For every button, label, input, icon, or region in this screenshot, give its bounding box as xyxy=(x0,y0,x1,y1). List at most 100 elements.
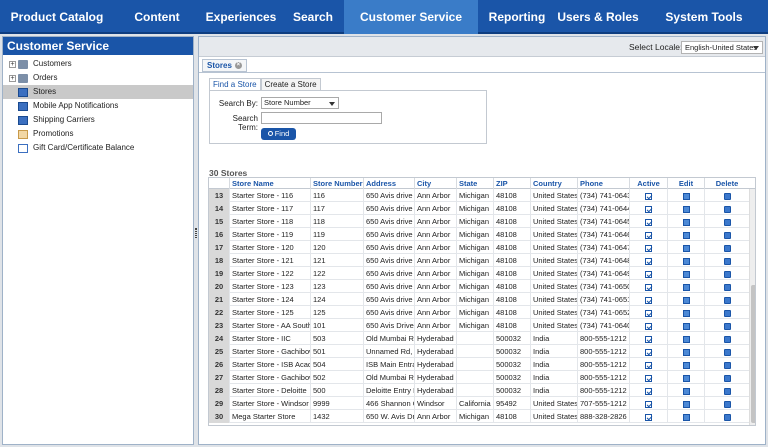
search-by-select[interactable]: Store Number xyxy=(261,97,339,109)
active-checkbox[interactable] xyxy=(645,361,652,369)
delete-icon[interactable] xyxy=(723,244,731,252)
delete-icon[interactable] xyxy=(723,205,731,213)
table-row[interactable]: 24Starter Store - IIC503Old Mumbai Rd,Hy… xyxy=(209,332,755,345)
close-icon[interactable]: × xyxy=(234,62,242,69)
delete-icon[interactable] xyxy=(723,387,731,395)
active-checkbox[interactable] xyxy=(645,348,652,356)
active-checkbox[interactable] xyxy=(645,205,652,213)
active-checkbox[interactable] xyxy=(645,296,652,304)
table-row[interactable]: 14 Starter Store - 117 117 650 Avis drive An… xyxy=(209,202,755,215)
edit-icon[interactable] xyxy=(682,231,690,239)
sidebar-item-orders[interactable]: + Orders xyxy=(3,71,193,85)
active-checkbox[interactable] xyxy=(645,322,652,330)
edit-icon[interactable] xyxy=(682,309,690,317)
edit-icon[interactable] xyxy=(682,218,690,226)
nav-item-system-tools[interactable]: System Tools xyxy=(640,0,768,34)
nav-item-reporting[interactable]: Reporting xyxy=(478,0,556,34)
active-checkbox[interactable] xyxy=(645,192,652,200)
column-header-delete[interactable]: Delete xyxy=(704,178,749,189)
edit-icon[interactable] xyxy=(682,257,690,265)
column-header-store-number[interactable]: Store Number xyxy=(310,178,363,189)
nav-item-customer-service[interactable]: Customer Service xyxy=(344,0,478,34)
active-checkbox[interactable] xyxy=(645,374,652,382)
active-checkbox[interactable] xyxy=(645,309,652,317)
active-checkbox[interactable] xyxy=(645,270,652,278)
column-header-country[interactable]: Country xyxy=(530,178,577,189)
edit-icon[interactable] xyxy=(682,244,690,252)
find-button[interactable]: Find xyxy=(261,128,296,140)
nav-item-users-roles[interactable]: Users & Roles xyxy=(556,0,640,34)
active-checkbox[interactable] xyxy=(645,387,652,395)
edit-icon[interactable] xyxy=(682,322,690,330)
table-row[interactable]: 28 Starter Store - Deloitte 500 Deloitte En… xyxy=(209,384,755,397)
edit-icon[interactable] xyxy=(682,296,690,304)
active-checkbox[interactable] xyxy=(645,257,652,265)
sidebar-item-customers[interactable]: + Customers xyxy=(3,57,193,71)
table-row[interactable]: 15 Starter Store - 118 118 650 Avis drive An… xyxy=(209,215,755,228)
edit-icon[interactable] xyxy=(682,205,690,213)
active-checkbox[interactable] xyxy=(645,400,652,408)
edit-icon[interactable] xyxy=(682,413,690,421)
column-header-phone[interactable]: Phone xyxy=(577,178,629,189)
column-header-edit[interactable]: Edit xyxy=(667,178,704,189)
nav-item-search[interactable]: Search xyxy=(282,0,344,34)
sidebar-item-gift-card-certificate-balance[interactable]: Gift Card/Certificate Balance xyxy=(3,141,193,155)
column-header-address[interactable]: Address xyxy=(363,178,414,189)
delete-icon[interactable] xyxy=(723,400,731,408)
edit-icon[interactable] xyxy=(682,270,690,278)
column-header-store-name[interactable]: Store Name xyxy=(229,178,310,189)
delete-icon[interactable] xyxy=(723,283,731,291)
delete-icon[interactable] xyxy=(723,257,731,265)
delete-icon[interactable] xyxy=(723,348,731,356)
active-checkbox[interactable] xyxy=(645,231,652,239)
edit-icon[interactable] xyxy=(682,374,690,382)
sidebar-item-promotions[interactable]: Promotions xyxy=(3,127,193,141)
delete-icon[interactable] xyxy=(723,322,731,330)
delete-icon[interactable] xyxy=(723,218,731,226)
delete-icon[interactable] xyxy=(723,270,731,278)
expand-icon[interactable]: + xyxy=(9,74,16,82)
delete-icon[interactable] xyxy=(723,335,731,343)
column-header-active[interactable]: Active xyxy=(629,178,667,189)
active-checkbox[interactable] xyxy=(645,335,652,343)
edit-icon[interactable] xyxy=(682,400,690,408)
table-row[interactable]: 30 Mega Starter Store 1432 650 W. Avis Dr. A… xyxy=(209,410,755,423)
delete-icon[interactable] xyxy=(723,296,731,304)
active-checkbox[interactable] xyxy=(645,218,652,226)
scrollbar-thumb[interactable] xyxy=(751,285,755,423)
nav-item-content[interactable]: Content xyxy=(114,0,200,34)
table-row[interactable]: 23 Starter Store - AA South 101 650 Avis Dr… xyxy=(209,319,755,332)
table-row[interactable]: 13 Starter Store - 116 116 650 Avis drive An… xyxy=(209,189,755,202)
edit-icon[interactable] xyxy=(682,283,690,291)
active-checkbox[interactable] xyxy=(645,413,652,421)
active-checkbox[interactable] xyxy=(645,283,652,291)
delete-icon[interactable] xyxy=(723,361,731,369)
sidebar-item-mobile-app-notifications[interactable]: Mobile App Notifications xyxy=(3,99,193,113)
column-header-city[interactable]: City xyxy=(414,178,456,189)
table-row[interactable]: 17 Starter Store - 120 120 650 Avis drive An… xyxy=(209,241,755,254)
edit-icon[interactable] xyxy=(682,387,690,395)
table-row[interactable]: 22 Starter Store - 125 125 650 Avis drive An… xyxy=(209,306,755,319)
expand-icon[interactable]: + xyxy=(9,60,16,68)
table-row[interactable]: 18 Starter Store - 121 121 650 Avis drive An… xyxy=(209,254,755,267)
nav-item-product-catalog[interactable]: Product Catalog xyxy=(0,0,114,34)
table-row[interactable]: 27 Starter Store - Gachibowl 502 Old Mumbai… xyxy=(209,371,755,384)
table-row[interactable]: 21 Starter Store - 124 124 650 Avis drive An… xyxy=(209,293,755,306)
table-row[interactable]: 16 Starter Store - 119 119 650 Avis drive An… xyxy=(209,228,755,241)
active-checkbox[interactable] xyxy=(645,244,652,252)
sidebar-item-shipping-carriers[interactable]: Shipping Carriers xyxy=(3,113,193,127)
column-header-zip[interactable]: ZIP xyxy=(493,178,530,189)
column-header-state[interactable]: State xyxy=(456,178,493,189)
table-row[interactable]: 26 Starter Store - ISB Acade 504 ISB Main E… xyxy=(209,358,755,371)
sidebar-item-stores[interactable]: Stores xyxy=(3,85,193,99)
search-term-input[interactable] xyxy=(261,112,382,124)
nav-item-experiences[interactable]: Experiences xyxy=(200,0,282,34)
tab-stores[interactable]: Stores × xyxy=(202,59,247,72)
table-row[interactable]: 25 Starter Store - Gachibowl 501 Unnamed Rd… xyxy=(209,345,755,358)
edit-icon[interactable] xyxy=(682,348,690,356)
delete-icon[interactable] xyxy=(723,374,731,382)
table-row[interactable]: 19 Starter Store - 122 122 650 Avis drive An… xyxy=(209,267,755,280)
delete-icon[interactable] xyxy=(723,413,731,421)
splitter-grip-icon[interactable] xyxy=(195,228,197,238)
vertical-scrollbar[interactable] xyxy=(749,189,755,425)
